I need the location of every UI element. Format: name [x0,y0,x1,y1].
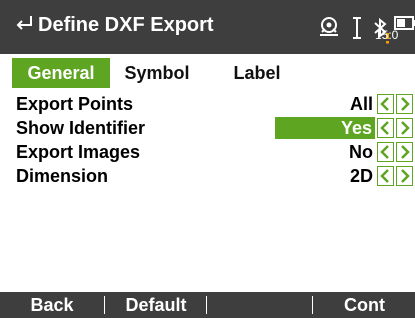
previous-option-button[interactable] [377,118,394,138]
setting-value-selected[interactable]: Yes [275,117,375,139]
softkey-divider [312,296,313,314]
setting-label: Export Points [16,94,134,114]
title-bar: Define DXF Export 15:0 [0,0,415,54]
tab-label[interactable]: Label [218,58,296,88]
next-option-button[interactable] [396,94,413,114]
softkey-bar: Back Default Cont [0,292,415,318]
page-title: Define DXF Export [38,14,214,36]
setting-row-export-points[interactable]: Export Points All [0,92,415,116]
setting-label: Export Images [16,142,141,162]
status-icons [312,10,415,50]
softkey-divider [206,296,207,314]
previous-option-button[interactable] [377,94,394,114]
clock-label: 15:0 [375,28,399,42]
setting-row-dimension[interactable]: Dimension 2D [0,164,415,188]
setting-value[interactable]: No [349,141,375,163]
chevron-right-icon [401,97,410,111]
settings-list: Export Points All Show Identifier Yes Ex… [0,92,415,188]
chevron-right-icon [401,145,410,159]
softkey-divider [104,296,105,314]
setting-row-export-images[interactable]: Export Images No [0,140,415,164]
back-button[interactable]: Back [0,292,104,318]
previous-option-button[interactable] [377,142,394,162]
previous-option-button[interactable] [377,166,394,186]
next-option-button[interactable] [396,142,413,162]
target-lock-icon [320,17,338,36]
continue-button[interactable]: Cont [314,292,415,318]
chevron-left-icon [380,145,389,159]
setting-value[interactable]: 2D [350,165,375,187]
chevron-right-icon [401,169,410,183]
next-option-button[interactable] [396,118,413,138]
empty-softkey[interactable] [208,292,312,318]
chevron-right-icon [401,121,410,135]
next-option-button[interactable] [396,166,413,186]
tab-symbol[interactable]: Symbol [114,58,200,88]
cursor-icon [353,17,361,39]
setting-label: Show Identifier [16,118,146,138]
default-button[interactable]: Default [106,292,206,318]
setting-value[interactable]: All [350,93,375,115]
setting-label: Dimension [16,166,109,186]
setting-row-show-identifier[interactable]: Show Identifier Yes [0,116,415,140]
back-arrow-icon[interactable] [14,13,34,35]
chevron-left-icon [380,169,389,183]
chevron-left-icon [380,97,389,111]
chevron-left-icon [380,121,389,135]
tab-general[interactable]: General [12,58,110,88]
tab-bar: General Symbol Label [0,58,415,88]
